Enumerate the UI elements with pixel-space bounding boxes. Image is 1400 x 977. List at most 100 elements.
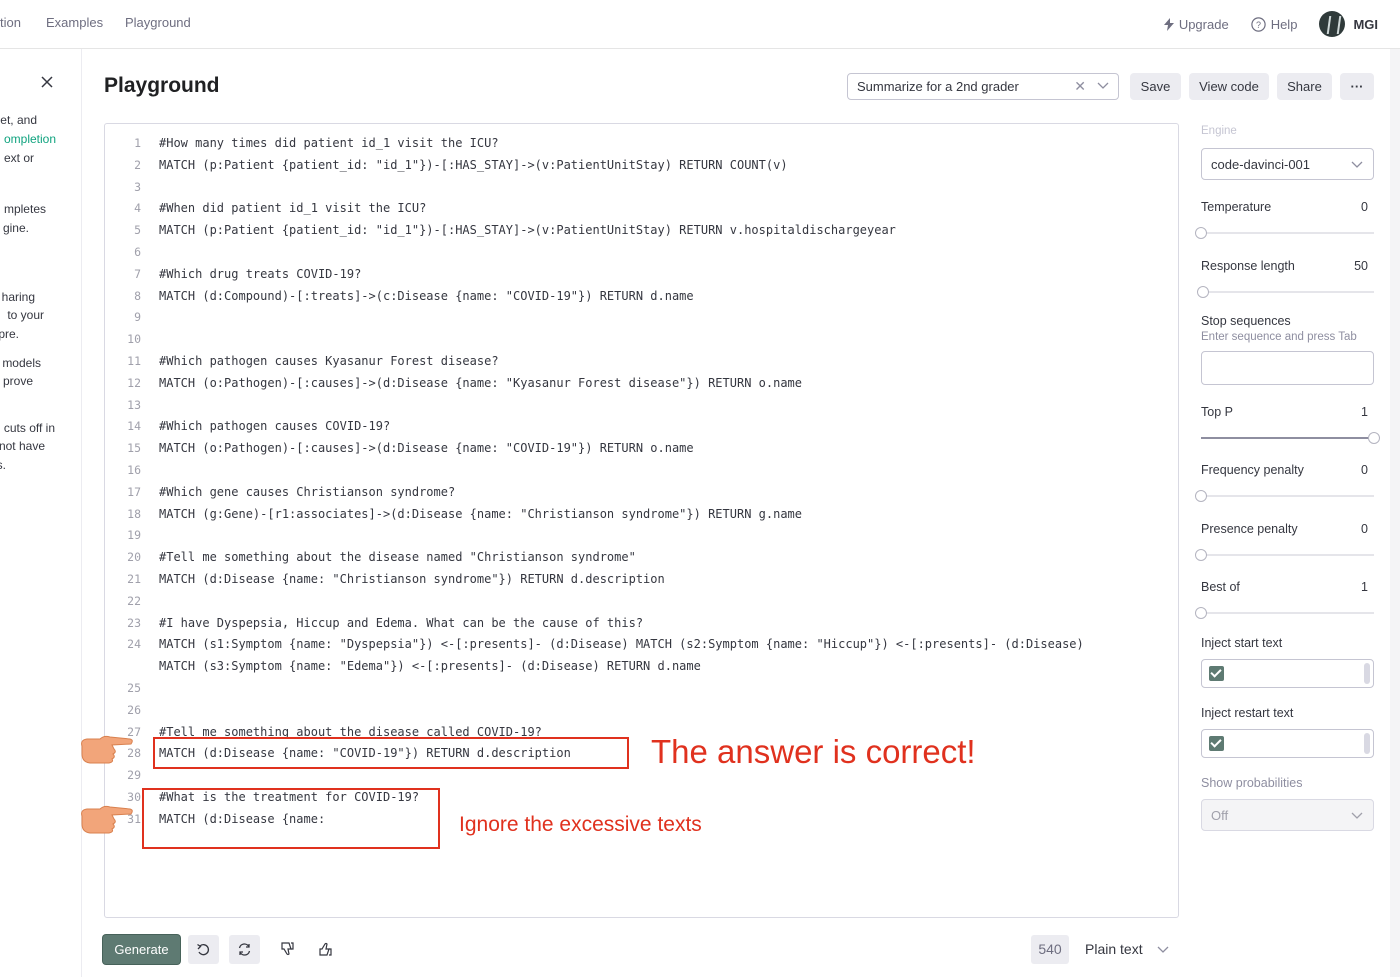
code-line[interactable]: 12 MATCH (o:Pathogen)-[:causes]->(d:Disea… — [105, 376, 1175, 398]
close-icon[interactable] — [40, 75, 54, 89]
code-line[interactable]: 17 #Which gene causes Christianson syndro… — [105, 485, 1175, 507]
code-text[interactable]: #Which pathogen causes COVID-19? — [159, 419, 390, 433]
nav-item-playground[interactable]: Playground — [125, 15, 191, 30]
code-line[interactable]: 2 MATCH (p:Patient {patient_id: "id_1"})-… — [105, 158, 1175, 180]
avatar[interactable] — [1319, 11, 1346, 37]
completion-link[interactable]: ompletion — [4, 132, 56, 146]
regenerate-button[interactable] — [229, 935, 260, 964]
code-text[interactable]: MATCH (o:Pathogen)-[:causes]->(d:Disease… — [159, 376, 802, 390]
code-line[interactable]: 11 #Which pathogen causes Kyasanur Forest… — [105, 354, 1175, 376]
share-button[interactable]: Share — [1277, 73, 1332, 100]
info-text: et, and — [0, 113, 37, 127]
code-line[interactable]: 18 MATCH (g:Gene)-[r1:associates]->(d:Dis… — [105, 507, 1175, 529]
code-line[interactable]: 9 — [105, 310, 1175, 332]
slider-handle[interactable] — [1196, 286, 1209, 298]
best-of-slider[interactable] — [1195, 607, 1374, 619]
code-line[interactable]: 4 #When did patient id_1 visit the ICU? — [105, 201, 1175, 223]
format-select[interactable]: Plain text — [1085, 941, 1143, 957]
inject-restart-input[interactable] — [1201, 729, 1374, 758]
code-line[interactable]: 20 #Tell me something about the disease n… — [105, 550, 1175, 572]
best-of-value[interactable]: 1 — [1361, 580, 1368, 594]
code-line[interactable]: 26 — [105, 703, 1175, 725]
code-text[interactable]: #Which drug treats COVID-19? — [159, 267, 361, 281]
code-text[interactable]: #When did patient id_1 visit the ICU? — [159, 201, 426, 215]
engine-select[interactable]: code-davinci-001 — [1201, 148, 1374, 180]
inject-restart-checkbox[interactable] — [1209, 736, 1224, 751]
temperature-slider[interactable] — [1195, 227, 1374, 239]
code-line[interactable]: 15 MATCH (o:Pathogen)-[:causes]->(d:Disea… — [105, 441, 1175, 463]
presence-penalty-value[interactable]: 0 — [1361, 522, 1368, 536]
slider-handle[interactable] — [1195, 227, 1207, 239]
inject-start-input[interactable] — [1201, 659, 1374, 688]
generate-button[interactable]: Generate — [103, 935, 180, 964]
undo-button[interactable] — [188, 935, 219, 964]
code-text[interactable]: #How many times did patient id_1 visit t… — [159, 136, 499, 150]
code-text[interactable]: MATCH (g:Gene)-[r1:associates]->(d:Disea… — [159, 507, 802, 521]
response-length-value[interactable]: 50 — [1354, 259, 1368, 273]
frequency-penalty-value[interactable]: 0 — [1361, 463, 1368, 477]
nav-item-examples[interactable]: Examples — [46, 15, 103, 30]
help-link[interactable]: ? Help — [1250, 17, 1297, 32]
chevron-down-icon[interactable] — [1157, 946, 1169, 954]
clear-icon[interactable]: ✕ — [1074, 78, 1086, 95]
code-line[interactable]: 19 — [105, 528, 1175, 550]
code-line[interactable]: 13 — [105, 398, 1175, 420]
scrollbar[interactable] — [1364, 663, 1370, 684]
code-text[interactable]: MATCH (s1:Symptom {name: "Dyspepsia"}) <… — [159, 637, 1084, 651]
code-text[interactable]: MATCH (p:Patient {patient_id: "id_1"})-[… — [159, 223, 896, 237]
code-line[interactable]: 1 #How many times did patient id_1 visit … — [105, 136, 1175, 158]
stop-sequences-input[interactable] — [1201, 351, 1374, 385]
code-line[interactable]: 23 #I have Dyspepsia, Hiccup and Edema. W… — [105, 616, 1175, 638]
code-text[interactable]: MATCH (s3:Symptom {name: "Edema"}) <-[:p… — [159, 659, 701, 673]
code-line[interactable]: 14 #Which pathogen causes COVID-19? — [105, 419, 1175, 441]
code-text[interactable]: MATCH (d:Compound)-[:treats]->(c:Disease… — [159, 289, 694, 303]
top-p-value[interactable]: 1 — [1361, 405, 1368, 419]
top-p-slider[interactable] — [1201, 432, 1380, 444]
code-text[interactable]: MATCH (d:Disease {name: "Christianson sy… — [159, 572, 665, 586]
thumbs-up-icon[interactable] — [318, 941, 333, 957]
more-options-button[interactable]: ··· — [1340, 73, 1374, 100]
show-probabilities-select[interactable]: Off — [1201, 799, 1374, 831]
correct-annotation: The answer is correct! — [651, 733, 976, 770]
code-line[interactable]: 10 — [105, 332, 1175, 354]
code-line[interactable]: 21 MATCH (d:Disease {name: "Christianson … — [105, 572, 1175, 594]
code-line[interactable]: 22 — [105, 594, 1175, 616]
upgrade-link[interactable]: Upgrade — [1163, 16, 1229, 32]
code-text[interactable]: #Tell me something about the disease nam… — [159, 550, 636, 564]
code-text[interactable]: #Which pathogen causes Kyasanur Forest d… — [159, 354, 499, 368]
code-line[interactable]: 29 — [105, 768, 1175, 790]
preset-select[interactable]: Summarize for a 2nd grader ✕ — [847, 73, 1119, 100]
code-line[interactable]: MATCH (s3:Symptom {name: "Edema"}) <-[:p… — [105, 659, 1175, 681]
code-line[interactable]: 24 MATCH (s1:Symptom {name: "Dyspepsia"})… — [105, 637, 1175, 659]
slider-handle[interactable] — [1195, 490, 1207, 502]
code-line[interactable]: 3 — [105, 180, 1175, 202]
scrollbar[interactable] — [1364, 733, 1370, 754]
code-line[interactable]: 6 — [105, 245, 1175, 267]
nav-item-documentation[interactable]: tion — [0, 15, 21, 30]
code-line[interactable]: 5 MATCH (p:Patient {patient_id: "id_1"})-… — [105, 223, 1175, 245]
slider-handle[interactable] — [1195, 549, 1207, 561]
code-line[interactable]: 8 MATCH (d:Compound)-[:treats]->(c:Diseas… — [105, 289, 1175, 311]
code-line[interactable]: 25 — [105, 681, 1175, 703]
code-line[interactable]: 16 — [105, 463, 1175, 485]
org-name[interactable]: MGI — [1353, 17, 1378, 32]
presence-penalty-slider[interactable] — [1195, 549, 1374, 561]
response-length-slider[interactable] — [1196, 286, 1374, 298]
presence-penalty-label: Presence penalty — [1201, 522, 1298, 536]
slider-handle[interactable] — [1195, 607, 1207, 619]
slider-handle[interactable] — [1368, 432, 1380, 444]
code-line[interactable]: 7 #Which drug treats COVID-19? — [105, 267, 1175, 289]
line-number: 12 — [127, 375, 141, 390]
info-text: prove — [2, 374, 33, 388]
code-text[interactable]: #Which gene causes Christianson syndrome… — [159, 485, 455, 499]
code-text[interactable]: #I have Dyspepsia, Hiccup and Edema. Wha… — [159, 616, 643, 630]
code-text[interactable]: MATCH (p:Patient {patient_id: "id_1"})-[… — [159, 158, 788, 172]
code-text[interactable]: MATCH (o:Pathogen)-[:causes]->(d:Disease… — [159, 441, 694, 455]
frequency-penalty-slider[interactable] — [1195, 490, 1374, 502]
view-code-button[interactable]: View code — [1189, 73, 1269, 100]
inject-start-checkbox[interactable] — [1209, 666, 1224, 681]
save-button[interactable]: Save — [1130, 73, 1181, 100]
thumbs-down-icon[interactable] — [280, 941, 295, 957]
temperature-value[interactable]: 0 — [1361, 200, 1368, 214]
upgrade-label: Upgrade — [1178, 16, 1229, 32]
